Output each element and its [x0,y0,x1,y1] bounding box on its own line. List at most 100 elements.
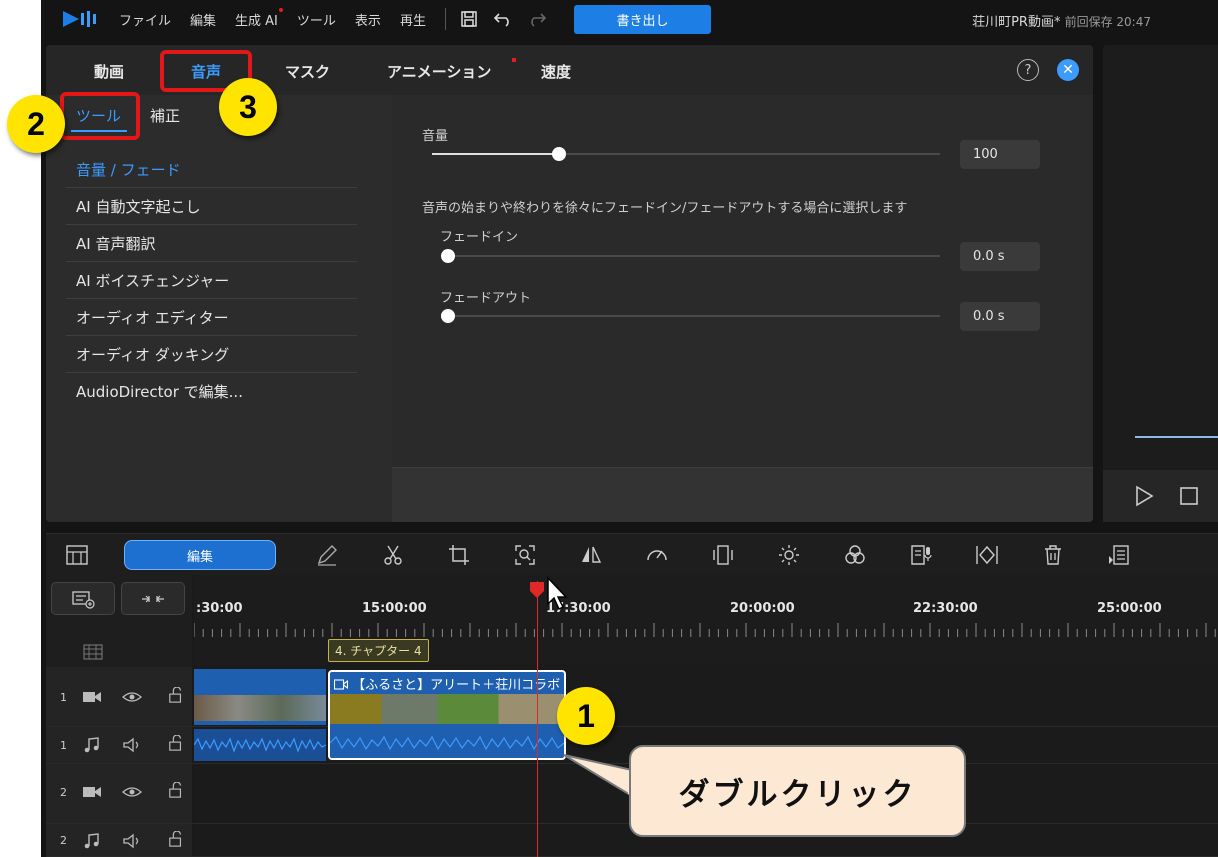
tab-mask[interactable]: マスク [285,61,330,82]
music-note-icon [84,737,99,753]
tab-animation[interactable]: アニメーション [387,58,517,82]
trash-icon[interactable] [1041,543,1065,567]
panel-footer [392,467,1093,522]
menu-tools[interactable]: ツール [297,10,336,29]
add-track-icon [72,590,95,609]
mouse-cursor-icon [547,576,568,611]
volume-slider[interactable] [432,147,940,161]
stabilizer-icon[interactable] [711,543,735,567]
video-camera-icon [83,692,101,702]
project-status: 荘川町PR動画* 前回保存 20:47 [972,11,1151,30]
tab-animation-label: アニメーション [387,63,492,81]
scissors-icon[interactable] [381,543,405,567]
volume-slider-knob[interactable] [552,147,566,161]
redo-icon[interactable] [526,8,548,30]
edit-panel: 動画 音声 マスク アニメーション 速度 ? ✕ ツール 補正 音量 / フェー… [46,45,1093,522]
tab-video[interactable]: 動画 [94,61,124,82]
pen-icon[interactable] [315,543,339,567]
ruler-time: 20:00:00 [730,601,795,616]
stop-icon[interactable] [1179,486,1199,506]
edit-button[interactable]: 編集 [124,540,276,570]
crop-icon[interactable] [447,543,471,567]
fit-timeline-button[interactable] [121,582,185,615]
chapter-marker[interactable]: 4. チャプター 4 [328,639,429,662]
tool-ai-audio-translation[interactable]: AI 音声翻訳 [66,225,357,262]
menu-view[interactable]: 表示 [355,10,381,29]
speaker-icon[interactable] [122,737,142,753]
undo-icon[interactable] [492,8,514,30]
tool-audiodirector[interactable]: AudioDirector で編集... [66,373,357,410]
fade-in-slider[interactable] [441,249,940,263]
menu-generative-ai[interactable]: 生成 AI [235,7,283,29]
playhead-handle[interactable] [529,581,545,599]
fade-description: 音声の始まりや終わりを徐々にフェードイン/フェードアウトする場合に選択します [422,201,908,216]
keyframe-icon[interactable] [975,543,999,567]
timeline-toolbar: 編集 [46,533,1218,575]
close-icon[interactable]: ✕ [1057,59,1079,81]
app-logo-icon [61,9,101,29]
unlock-icon[interactable] [166,782,186,798]
video-clip-icon [333,679,349,690]
fade-in-slider-knob[interactable] [441,249,455,263]
storyboard-icon[interactable] [65,543,89,567]
track-head: 2 [46,764,192,823]
volume-value-field[interactable]: 100 [960,140,1040,169]
tool-ai-voice-changer[interactable]: AI ボイスチェンジャー [66,262,357,299]
track-head: 1 [46,727,192,763]
brightness-icon[interactable] [777,543,801,567]
add-track-button[interactable] [51,582,115,615]
zoom-region-icon[interactable] [513,543,537,567]
eye-icon[interactable] [122,784,142,800]
save-icon[interactable] [458,8,480,30]
eye-icon[interactable] [122,689,142,705]
volume-label: 音量 [422,129,449,144]
tool-audio-editor[interactable]: オーディオ エディター [66,299,357,336]
menu-play[interactable]: 再生 [400,10,426,29]
tool-audio-ducking[interactable]: オーディオ ダッキング [66,336,357,373]
menubar-divider [444,8,446,30]
track-head: 1 [46,667,192,726]
double-click-callout: ダブルクリック [629,745,966,837]
ruler-time: :30:00 [196,601,243,616]
track-number: 2 [60,834,67,847]
flip-icon[interactable] [579,543,603,567]
speed-icon[interactable] [645,543,669,567]
callout-pointer [563,754,633,798]
preview-window [1103,45,1218,522]
unlock-icon[interactable] [166,735,186,751]
speaker-icon[interactable] [122,833,142,849]
audio-clip[interactable] [193,729,327,761]
more-tools-icon[interactable] [1107,543,1131,567]
clip-thumbnails [194,695,326,721]
last-saved-time: 前回保存 20:47 [1064,15,1151,29]
unlock-icon[interactable] [166,831,186,847]
play-icon[interactable] [1133,485,1155,507]
tool-volume-fade[interactable]: 音量 / フェード [66,151,357,188]
fade-in-value-field[interactable]: 0.0 s [960,242,1040,271]
tab-speed[interactable]: 速度 [541,61,571,82]
menu-edit[interactable]: 編集 [190,10,216,29]
step-1-marker: 1 [557,687,615,745]
project-name: 荘川町PR動画* [972,15,1061,30]
playhead-line [537,581,538,857]
selected-clip[interactable]: 【ふるさと】アリート＋荘川コラボ [328,670,566,760]
menu-file[interactable]: ファイル [119,10,171,29]
audio-waveform [330,735,564,751]
step-3-marker: 3 [219,78,277,136]
clip-thumbnails [330,694,564,724]
unlock-icon[interactable] [166,687,186,703]
fade-out-slider-knob[interactable] [441,309,455,323]
help-icon[interactable]: ? [1017,59,1039,81]
music-note-icon [84,833,99,849]
fade-out-value-field[interactable]: 0.0 s [960,302,1040,331]
audio-waveform [193,737,327,753]
color-icon[interactable] [843,543,867,567]
ruler-time: 22:30:00 [913,601,978,616]
subtab-correction[interactable]: 補正 [150,105,180,126]
narration-icon[interactable] [909,543,933,567]
clip-title-text: 【ふるさと】アリート＋荘川コラボ [352,678,561,693]
fade-out-slider[interactable] [441,309,940,323]
export-button[interactable]: 書き出し [573,4,711,34]
tool-ai-transcription[interactable]: AI 自動文字起こし [66,188,357,225]
video-clip[interactable] [194,669,326,725]
